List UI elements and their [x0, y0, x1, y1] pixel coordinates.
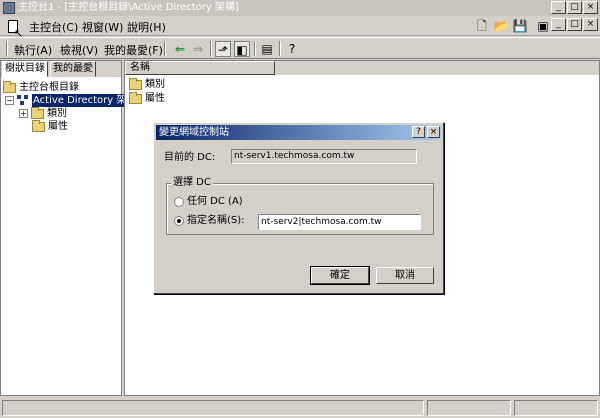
tree-item-console-root[interactable]: 主控台根目錄 [3, 80, 79, 94]
status-cell-3 [514, 400, 598, 416]
column-header-name[interactable]: 名稱 [125, 61, 275, 75]
tree-item-classes[interactable]: + 類別 [19, 106, 67, 120]
up-one-level-icon[interactable]: ⬏ [215, 41, 231, 57]
change-domain-controller-dialog: 變更網域控制站 ? × 目前的 DC: nt-serv1.techmosa.co… [153, 122, 444, 294]
any-dc-radio[interactable] [174, 197, 184, 207]
status-bar [0, 398, 600, 418]
menu-help[interactable]: 說明(H) [127, 19, 166, 35]
dialog-help-button[interactable]: ? [412, 126, 425, 138]
mdi-restore-button[interactable]: □ [567, 18, 582, 31]
specify-name-input[interactable]: nt-serv2|techmosa.com.tw [258, 214, 421, 230]
current-dc-field: nt-serv1.techmosa.com.tw [231, 149, 417, 164]
dialog-close-button[interactable]: × [427, 126, 440, 138]
list-item-classes[interactable]: 類別 [129, 77, 165, 91]
menu-window[interactable]: 視窗(W) [82, 19, 123, 35]
select-dc-group-label: 選擇 DC [171, 177, 213, 189]
action-toolbar: 執行(A) 檢視(V) 我的最愛(F) ⇐ ⇒ ⬏ ◧ ▤ ? [0, 37, 600, 59]
mmc-app-icon [3, 2, 15, 14]
ok-button[interactable]: 確定 [310, 266, 370, 285]
list-item-attributes[interactable]: 屬性 [129, 91, 165, 105]
specify-name-radio[interactable] [174, 216, 184, 226]
status-cell-main [2, 400, 424, 416]
folder-icon [31, 106, 44, 119]
mouse-cursor-icon: ↖ [6, 20, 23, 39]
collapse-icon[interactable]: − [5, 96, 14, 105]
cancel-button[interactable]: 取消 [376, 267, 434, 284]
specify-name-label[interactable]: 指定名稱(S): [187, 214, 245, 227]
new-window-icon[interactable]: ▣ [535, 18, 551, 34]
tab-tree[interactable]: 樹狀目錄 [2, 61, 48, 77]
menu-view[interactable]: 檢視(V) [60, 42, 98, 58]
help-icon[interactable]: ? [284, 41, 300, 57]
folder-icon [129, 77, 142, 90]
ad-schema-icon [17, 95, 29, 106]
minimize-button[interactable]: _ [551, 1, 566, 14]
dialog-title: 變更網域控制站 [159, 127, 229, 138]
current-dc-label: 目前的 DC: [164, 152, 216, 163]
window-titlebar: 主控台1 - [主控台根目錄\Active Directory 架構] _ □ … [0, 0, 600, 16]
menu-console[interactable]: 主控台(C) [29, 19, 78, 35]
tree-item-attributes[interactable]: 屬性 [32, 119, 68, 133]
folder-icon [32, 119, 45, 132]
forward-arrow-icon[interactable]: ⇒ [190, 41, 206, 57]
tab-favorites[interactable]: 我的最愛 [50, 61, 96, 77]
dialog-titlebar: 變更網域控制站 ? × [156, 125, 441, 140]
back-arrow-icon[interactable]: ⇐ [172, 41, 188, 57]
menubar: ↖ 主控台(C) 視窗(W) 說明(H) 🗋 📂 💾 ▣ _ □ × [0, 16, 600, 39]
folder-icon [129, 91, 142, 104]
status-cell-2 [427, 400, 511, 416]
save-icon[interactable]: 💾 [512, 18, 528, 34]
close-button[interactable]: × [583, 1, 598, 14]
open-folder-icon[interactable]: 📂 [493, 18, 509, 34]
any-dc-label[interactable]: 任何 DC (A) [187, 195, 243, 208]
show-hide-tree-icon[interactable]: ◧ [234, 41, 250, 57]
mdi-close-button[interactable]: × [583, 18, 598, 31]
folder-icon [3, 80, 16, 93]
new-document-icon[interactable]: 🗋 [474, 18, 490, 34]
tree-pane: 樹狀目錄 我的最愛 主控台根目錄 − Active Directory 架構 +… [0, 60, 138, 396]
menu-favorites[interactable]: 我的最愛(F) [104, 42, 163, 58]
maximize-button[interactable]: □ [567, 1, 582, 14]
menu-action[interactable]: 執行(A) [14, 42, 52, 58]
mdi-minimize-button[interactable]: _ [551, 18, 566, 31]
expand-icon[interactable]: + [19, 109, 28, 118]
export-list-icon[interactable]: ▤ [259, 41, 275, 57]
tree-item-ad-schema[interactable]: − Active Directory 架構 [5, 94, 138, 107]
window-title: 主控台1 - [主控台根目錄\Active Directory 架構] [18, 2, 239, 13]
